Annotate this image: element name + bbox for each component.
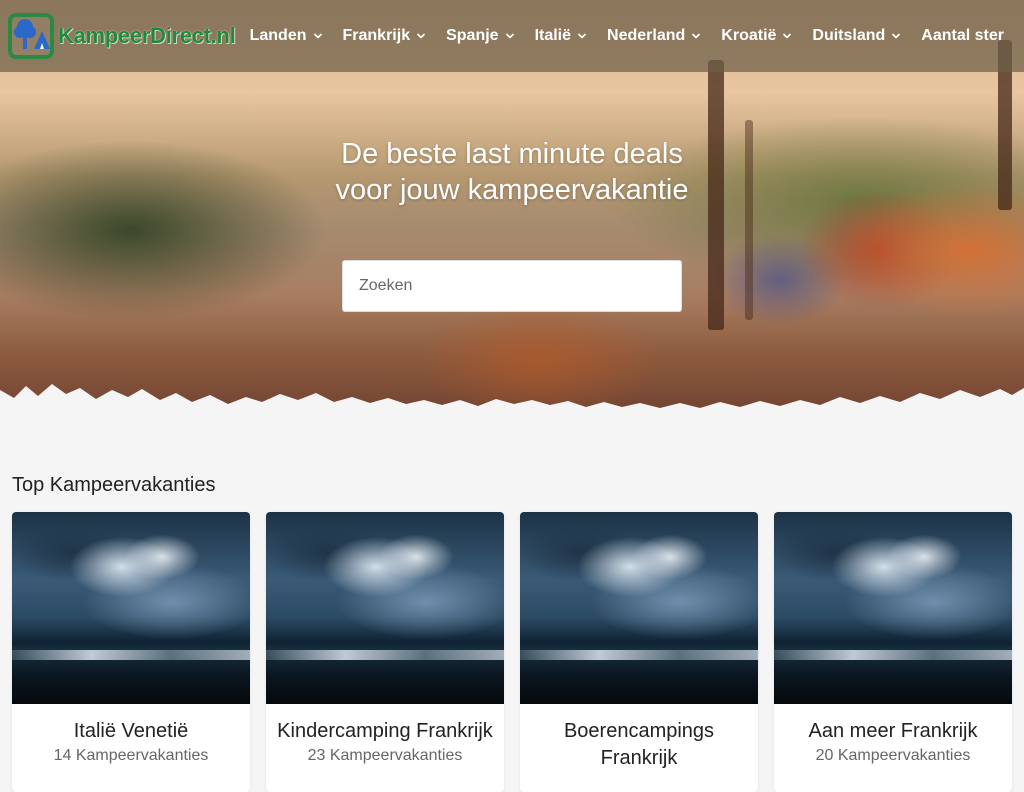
nav-item-aantal-sterren[interactable]: Aantal ster bbox=[921, 27, 1004, 45]
card-count: 14 Kampeervakanties bbox=[53, 747, 209, 764]
nav-item-spanje[interactable]: Spanje bbox=[446, 27, 514, 45]
card-count: 23 Kampeervakanties bbox=[307, 747, 463, 764]
card-title: Aan meer Frankrijk bbox=[808, 720, 978, 742]
nav-item-label: Frankrijk bbox=[342, 27, 411, 44]
card-image bbox=[520, 512, 758, 704]
vacation-card[interactable]: Boerencampings Frankrijk bbox=[520, 512, 758, 792]
chevron-down-icon bbox=[417, 33, 426, 39]
card-title: Boerencampings Frankrijk bbox=[563, 720, 715, 769]
nav-item-landen[interactable]: Landen bbox=[250, 27, 323, 45]
tree-trunk bbox=[745, 120, 753, 320]
card-count: 20 Kampeervakanties bbox=[815, 747, 971, 764]
nav-item-label: Italië bbox=[534, 27, 572, 44]
chevron-down-icon bbox=[892, 33, 901, 39]
nav-item-label: Aantal ster bbox=[921, 27, 1004, 44]
chevron-down-icon bbox=[692, 33, 701, 39]
search-input[interactable] bbox=[342, 260, 682, 312]
chevron-down-icon bbox=[313, 33, 322, 39]
card-image bbox=[266, 512, 504, 704]
nav-item-nederland[interactable]: Nederland bbox=[607, 27, 701, 45]
card-title: Kindercamping Frankrijk bbox=[277, 720, 493, 742]
card-image bbox=[774, 512, 1012, 704]
nav-item-label: Landen bbox=[249, 27, 307, 44]
nav-item-label: Nederland bbox=[607, 27, 686, 44]
top-navigation: KampeerDirect.nl Landen Frankrijk Spanje… bbox=[0, 0, 1024, 72]
vacation-card[interactable]: Aan meer Frankrijk 20 Kampeervakanties bbox=[774, 512, 1012, 792]
logo-text: KampeerDirect.nl bbox=[58, 23, 236, 48]
chevron-down-icon bbox=[783, 33, 792, 39]
logo-tent-icon bbox=[8, 13, 54, 59]
nav-item-italie[interactable]: Italië bbox=[535, 27, 587, 45]
nav-item-kroatie[interactable]: Kroatië bbox=[721, 27, 792, 45]
site-logo[interactable]: KampeerDirect.nl bbox=[8, 12, 243, 60]
nav-item-label: Kroatië bbox=[721, 27, 777, 44]
torn-paper-edge bbox=[0, 384, 1024, 420]
vacation-card-list: Italië Venetië 14 Kampeervakanties Kinde… bbox=[12, 512, 1012, 792]
nav-menu: Landen Frankrijk Spanje Italië Nederland… bbox=[250, 27, 1024, 45]
card-title: Italië Venetië bbox=[73, 720, 189, 742]
vacation-card[interactable]: Kindercamping Frankrijk 23 Kampeervakant… bbox=[266, 512, 504, 792]
nav-item-label: Duitsland bbox=[812, 27, 886, 44]
nav-item-label: Spanje bbox=[446, 27, 499, 44]
section-title: Top Kampeervakanties bbox=[12, 474, 216, 496]
nav-item-frankrijk[interactable]: Frankrijk bbox=[343, 27, 427, 45]
nav-item-duitsland[interactable]: Duitsland bbox=[812, 27, 901, 45]
hero-headline: De beste last minute deals voor jouw kam… bbox=[335, 138, 689, 206]
vacation-card[interactable]: Italië Venetië 14 Kampeervakanties bbox=[12, 512, 250, 792]
chevron-down-icon bbox=[577, 33, 587, 39]
chevron-down-icon bbox=[505, 33, 514, 39]
card-image bbox=[12, 512, 250, 704]
